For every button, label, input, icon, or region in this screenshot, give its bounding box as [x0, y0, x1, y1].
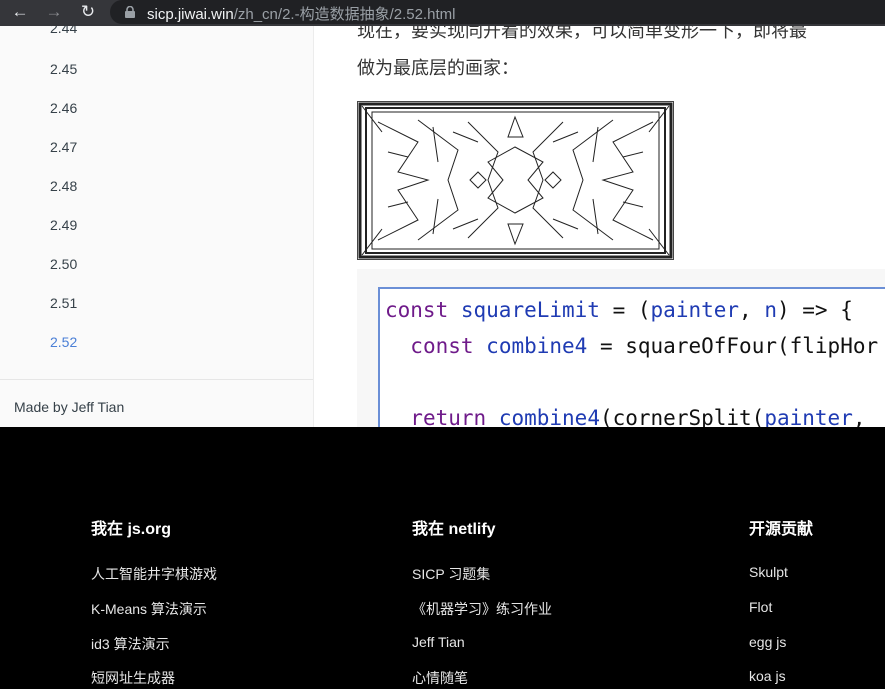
sidebar-item-2-49[interactable]: 2.49 [50, 217, 77, 233]
sidebar-item-2-52[interactable]: 2.52 [50, 334, 77, 350]
code-block: const squareLimit = (painter, n) => { co… [357, 269, 885, 427]
footer-link[interactable]: 人工智能井字棋游戏 [91, 564, 217, 584]
reload-icon[interactable]: ↻ [77, 0, 99, 26]
sidebar-item-2-44[interactable]: 2.44 [50, 26, 77, 36]
footer-heading: 我在 netlify [412, 521, 496, 538]
paragraph-line-2: 做为最底层的画家： [357, 58, 519, 79]
footer-link[interactable]: Skulpt [749, 564, 788, 580]
footer-link[interactable]: SICP 习题集 [412, 564, 490, 584]
url-path: /zh_cn/2.-构造数据抽象/2.52.html [233, 6, 456, 23]
lock-icon [125, 6, 135, 18]
footer-link[interactable]: Jeff Tian [412, 634, 465, 650]
code-line-1: const squareLimit = (painter, n) => { [385, 298, 853, 322]
sidebar-item-2-47[interactable]: 2.47 [50, 139, 77, 155]
url-text: sicp.jiwai.win/zh_cn/2.-构造数据抽象/2.52.html [147, 3, 455, 24]
footer-link[interactable]: K-Means 算法演示 [91, 599, 207, 619]
sidebar-item-2-51[interactable]: 2.51 [50, 295, 77, 311]
paragraph-line-1: 现在，要实现同开着的效果，可以简单变形一下，即将最 [357, 26, 807, 42]
footer-link[interactable]: 心情随笔 [412, 668, 468, 688]
footer-link[interactable]: Flot [749, 599, 772, 615]
footer-heading: 开源贡献 [749, 521, 814, 538]
site-footer: 我在 js.org 人工智能井字棋游戏 K-Means 算法演示 id3 算法演… [0, 427, 885, 689]
address-bar[interactable]: sicp.jiwai.win/zh_cn/2.-构造数据抽象/2.52.html [110, 0, 885, 24]
footer-heading: 我在 js.org [91, 521, 172, 538]
forward-arrow-icon[interactable]: → [43, 0, 65, 26]
sidebar: 2.44 2.45 2.46 2.47 2.48 2.49 2.50 2.51 … [0, 26, 314, 427]
browser-toolbar: ← → ↻ sicp.jiwai.win/zh_cn/2.-构造数据抽象/2.5… [0, 0, 885, 26]
sidebar-item-2-46[interactable]: 2.46 [50, 100, 77, 116]
url-host: sicp.jiwai.win [147, 6, 234, 23]
sidebar-item-2-45[interactable]: 2.45 [50, 61, 77, 77]
footer-link[interactable]: koa js [749, 668, 786, 684]
main-content: 现在，要实现同开着的效果，可以简单变形一下，即将最 做为最底层的画家： cons… [314, 26, 885, 427]
footer-link[interactable]: 短网址生成器 [91, 668, 175, 688]
made-by-credit[interactable]: Made by Jeff Tian [14, 399, 124, 415]
back-arrow-icon[interactable]: ← [9, 0, 31, 26]
sidebar-item-2-50[interactable]: 2.50 [50, 256, 77, 272]
footer-link[interactable]: id3 算法演示 [91, 634, 170, 654]
code-line-2: const combine4 = squareOfFour(flipHor [410, 334, 879, 358]
code-line-3: return combine4(cornerSplit(painter, [410, 406, 866, 427]
sidebar-divider [0, 379, 313, 380]
sidebar-item-2-48[interactable]: 2.48 [50, 178, 77, 194]
code-area[interactable]: const squareLimit = (painter, n) => { co… [378, 287, 885, 427]
footer-link[interactable]: egg js [749, 634, 786, 650]
square-limit-figure [357, 101, 674, 260]
footer-link[interactable]: 《机器学习》练习作业 [412, 599, 552, 619]
